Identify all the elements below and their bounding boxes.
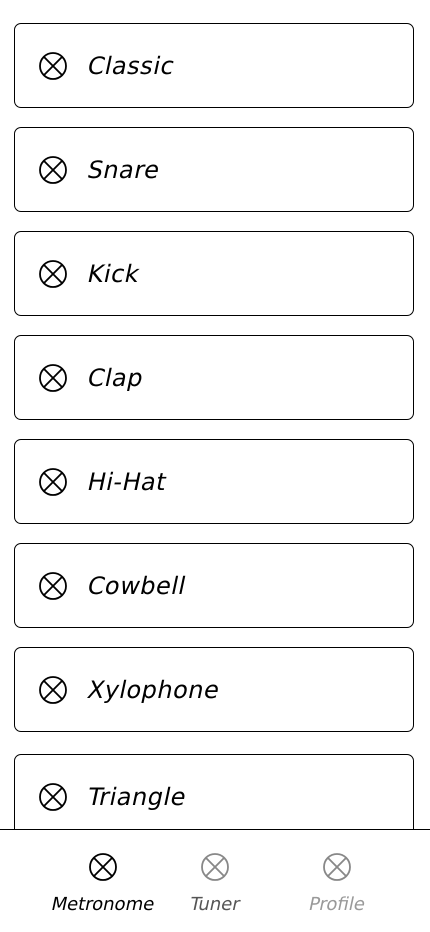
circle-x-icon: [39, 363, 67, 392]
circle-x-icon: [89, 853, 117, 881]
sound-item-snare[interactable]: Snare: [14, 127, 414, 212]
sound-item-label: Xylophone: [85, 675, 223, 704]
sound-item-label: Triangle: [85, 782, 190, 811]
sound-item-label: Cowbell: [85, 571, 189, 600]
sound-item-label: Hi-Hat: [85, 467, 170, 496]
circle-x-icon: [323, 853, 351, 881]
sound-item-xylophone[interactable]: Xylophone: [14, 647, 414, 732]
sound-item-classic[interactable]: Classic: [14, 23, 414, 108]
nav-tab-label: Profile: [306, 894, 368, 915]
sound-item-clap[interactable]: Clap: [14, 335, 414, 420]
nav-tab-label: Tuner: [187, 894, 243, 915]
nav-tab-tuner[interactable]: Tuner: [155, 830, 275, 932]
sound-item-label: Kick: [85, 259, 143, 288]
nav-tab-profile[interactable]: Profile: [277, 830, 397, 932]
circle-x-icon: [201, 853, 229, 881]
sound-item-hi-hat[interactable]: Hi-Hat: [14, 439, 414, 524]
circle-x-icon: [39, 467, 67, 496]
circle-x-icon: [39, 571, 67, 600]
sound-item-label: Snare: [85, 155, 163, 184]
sound-item-cowbell[interactable]: Cowbell: [14, 543, 414, 628]
circle-x-icon: [39, 259, 67, 288]
sound-item-label: Clap: [85, 363, 147, 392]
bottom-nav: Metronome Tuner Profile: [0, 829, 430, 932]
circle-x-icon: [39, 782, 67, 811]
sound-item-kick[interactable]: Kick: [14, 231, 414, 316]
sound-item-label: Classic: [85, 51, 178, 80]
circle-x-icon: [39, 155, 67, 184]
sound-item-triangle[interactable]: Triangle: [14, 754, 414, 830]
sound-list: Classic Snare Kick Clap Hi-Hat Cowbell X…: [0, 0, 430, 830]
circle-x-icon: [39, 675, 67, 704]
circle-x-icon: [39, 51, 67, 80]
nav-tab-metronome[interactable]: Metronome: [43, 830, 163, 932]
nav-tab-label: Metronome: [49, 894, 157, 915]
